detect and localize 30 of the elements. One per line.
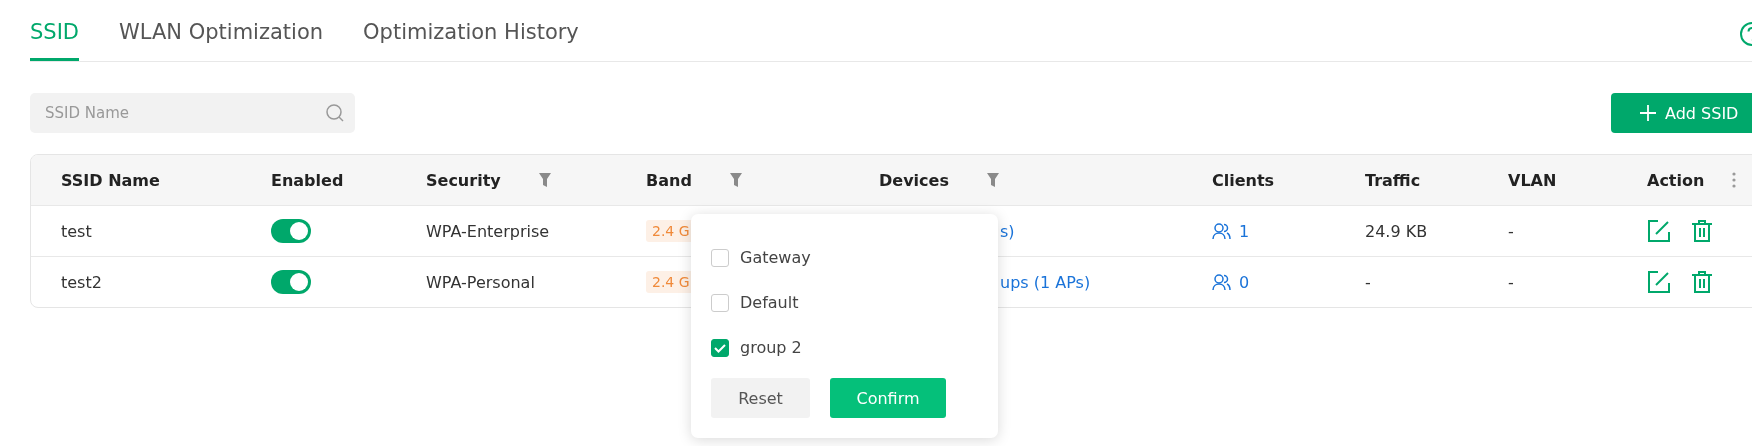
column-header: VLAN: [1508, 170, 1557, 190]
vlan-value: -: [1508, 221, 1514, 241]
ssid-name: test2: [61, 272, 102, 292]
clients-link[interactable]: 0: [1239, 272, 1250, 292]
security-type: WPA-Personal: [426, 272, 535, 292]
tab[interactable]: Optimization History: [363, 0, 579, 61]
column-header: Band: [646, 170, 692, 190]
search-field[interactable]: SSID Name: [30, 93, 355, 133]
column-header: Security: [426, 170, 501, 190]
tab[interactable]: SSID: [30, 0, 80, 61]
column-header: Enabled: [271, 170, 344, 190]
column-header: Clients: [1212, 170, 1275, 190]
option-label: Gateway: [740, 248, 811, 267]
devices-link[interactable]: ups (1 APs): [1000, 272, 1091, 292]
column-header: Action: [1647, 170, 1705, 190]
column-header: Traffic: [1365, 170, 1421, 190]
traffic-value: 24.9 KB: [1365, 221, 1428, 241]
traffic-value: -: [1365, 272, 1371, 292]
column-header: Devices: [879, 170, 949, 190]
option-label: Default: [740, 293, 799, 312]
option-label: group 2: [740, 338, 802, 357]
column-header: SSID Name: [61, 170, 160, 190]
vlan-value: -: [1508, 272, 1514, 292]
devices-link[interactable]: s): [1000, 221, 1015, 241]
reset-button[interactable]: Reset: [711, 378, 810, 418]
tab[interactable]: WLAN Optimization: [119, 0, 324, 61]
clients-link[interactable]: 1: [1239, 221, 1250, 241]
add-ssid-button[interactable]: Add SSID: [1611, 93, 1752, 133]
security-type: WPA-Enterprise: [426, 221, 550, 241]
ssid-name: test: [61, 221, 92, 241]
